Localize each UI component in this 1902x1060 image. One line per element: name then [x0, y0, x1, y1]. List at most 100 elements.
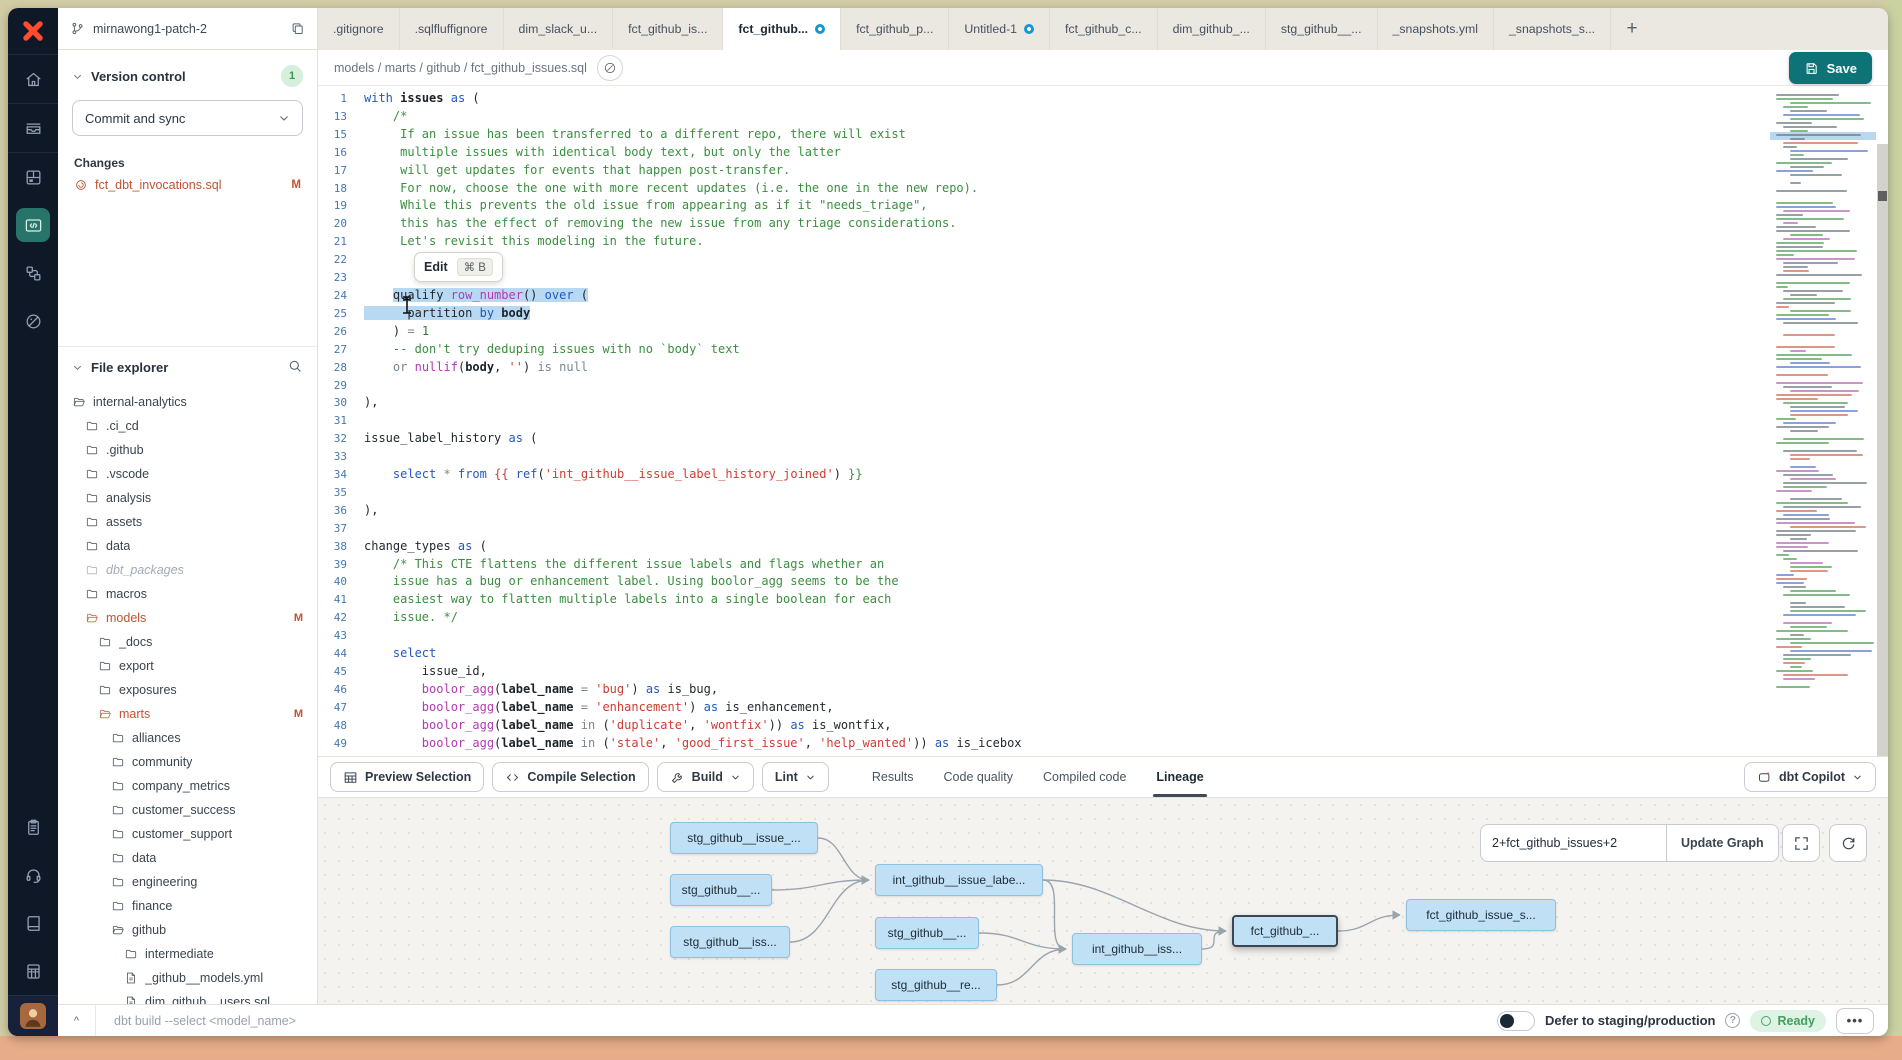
changed-file-row[interactable]: fct_dbt_invocations.sql M	[58, 175, 317, 195]
code-line-40[interactable]: 40 issue has a bug or enhancement label.…	[318, 573, 1770, 591]
code-line-43[interactable]: 43	[318, 627, 1770, 645]
develop-icon[interactable]	[16, 208, 50, 242]
tree-item-.ci_cd[interactable]: .ci_cd	[58, 414, 317, 438]
tree-item-_github__models.yml[interactable]: _github__models.yml	[58, 966, 317, 990]
update-graph-button[interactable]: Update Graph	[1666, 824, 1779, 862]
tree-item-intermediate[interactable]: intermediate	[58, 942, 317, 966]
support-icon[interactable]	[16, 858, 50, 892]
lineage-node-fct_github_issue_s...[interactable]: fct_github_issue_s...	[1406, 899, 1556, 931]
code-line-17[interactable]: 17 will get updates for events that happ…	[318, 162, 1770, 180]
lineage-node-stg_github__...[interactable]: stg_github__...	[875, 917, 979, 949]
lineage-node-stg_github__...[interactable]: stg_github__...	[670, 874, 772, 906]
lineage-node-int_github__issue_labe...[interactable]: int_github__issue_labe...	[875, 864, 1043, 896]
code-line-36[interactable]: 36),	[318, 502, 1770, 520]
panel-tab-lineage[interactable]: Lineage	[1141, 757, 1218, 797]
tree-item-github[interactable]: github	[58, 918, 317, 942]
panel-tab-compiled-code[interactable]: Compiled code	[1028, 757, 1141, 797]
code-line-37[interactable]: 37	[318, 520, 1770, 538]
panel-tab-code-quality[interactable]: Code quality	[929, 757, 1029, 797]
edit-tooltip[interactable]: Edit ⌘ B	[414, 252, 503, 282]
minimap-scrollbar-track[interactable]	[1877, 144, 1888, 756]
code-line-41[interactable]: 41 easiest way to flatten multiple label…	[318, 591, 1770, 609]
tree-item-customer_success[interactable]: customer_success	[58, 798, 317, 822]
user-avatar[interactable]	[20, 1003, 46, 1029]
code-line-24[interactable]: 24 qualify row_number() over (	[318, 287, 1770, 305]
lineage-node-stg_github__re...[interactable]: stg_github__re...	[875, 969, 997, 1001]
command-input[interactable]: dbt build --select <model_name>	[96, 1014, 314, 1028]
tab-fct_github...[interactable]: fct_github...	[723, 8, 841, 50]
home-icon[interactable]	[16, 62, 50, 96]
docs-icon[interactable]	[16, 906, 50, 940]
code-line-48[interactable]: 48 boolor_agg(label_name in ('duplicate'…	[318, 717, 1770, 735]
code-line-31[interactable]: 31	[318, 412, 1770, 430]
command-bar-collapse-button[interactable]: ^	[58, 1005, 96, 1036]
build-button[interactable]: Build	[657, 762, 754, 792]
code-line-23[interactable]: 23	[318, 269, 1770, 287]
code-line-34[interactable]: 34 select * from {{ ref('int_github__iss…	[318, 466, 1770, 484]
copy-icon[interactable]	[290, 21, 305, 36]
code-line-44[interactable]: 44 select	[318, 645, 1770, 663]
code-line-28[interactable]: 28 or nullif(body, '') is null	[318, 359, 1770, 377]
overflow-menu-button[interactable]: •••	[1836, 1008, 1874, 1034]
inbox-icon[interactable]	[16, 111, 50, 145]
lineage-node-fct_github_...[interactable]: fct_github_...	[1232, 915, 1338, 947]
tree-item-data[interactable]: data	[58, 534, 317, 558]
code-line-38[interactable]: 38change_types as (	[318, 538, 1770, 556]
tree-item-community[interactable]: community	[58, 750, 317, 774]
code-line-16[interactable]: 16 multiple issues with identical body t…	[318, 144, 1770, 162]
version-control-header[interactable]: Version control 1	[58, 54, 317, 98]
code-line-45[interactable]: 45 issue_id,	[318, 663, 1770, 681]
tab-fct_github_is...[interactable]: fct_github_is...	[613, 8, 723, 50]
tab-stg_github__...[interactable]: stg_github__...	[1266, 8, 1378, 50]
tree-item-macros[interactable]: macros	[58, 582, 317, 606]
tab-fct_github_c...[interactable]: fct_github_c...	[1050, 8, 1158, 50]
code-line-20[interactable]: 20 this has the effect of removing the n…	[318, 215, 1770, 233]
lint-button[interactable]: Lint	[762, 762, 829, 792]
lineage-node-stg_github__iss...[interactable]: stg_github__iss...	[670, 926, 790, 958]
minimap-scrollbar-thumb[interactable]	[1878, 191, 1887, 201]
tree-item-marts[interactable]: martsM	[58, 702, 317, 726]
commit-and-sync-button[interactable]: Commit and sync	[72, 100, 303, 136]
tab-.gitignore[interactable]: .gitignore	[318, 8, 400, 50]
tree-item-data[interactable]: data	[58, 846, 317, 870]
tree-item-dim_github__users.sql[interactable]: dim_github__users.sql	[58, 990, 317, 1004]
dbt-copilot-button[interactable]: dbt Copilot	[1744, 762, 1876, 792]
file-state-button[interactable]	[597, 55, 623, 81]
lockers-icon[interactable]	[16, 954, 50, 988]
save-button[interactable]: Save	[1789, 52, 1872, 84]
code-line-19[interactable]: 19 While this prevents the old issue fro…	[318, 197, 1770, 215]
code-lines[interactable]: 1with issues as (13 /*15 If an issue has…	[318, 86, 1770, 756]
tree-item-dbt_packages[interactable]: dbt_packages	[58, 558, 317, 582]
code-line-15[interactable]: 15 If an issue has been transferred to a…	[318, 126, 1770, 144]
tab-fct_github_p...[interactable]: fct_github_p...	[841, 8, 949, 50]
code-line-42[interactable]: 42 issue. */	[318, 609, 1770, 627]
code-line-39[interactable]: 39 /* This CTE flattens the different is…	[318, 556, 1770, 574]
tab-dim_github_...[interactable]: dim_github_...	[1158, 8, 1266, 50]
checklist-icon[interactable]	[16, 810, 50, 844]
code-line-33[interactable]: 33	[318, 448, 1770, 466]
tree-item-alliances[interactable]: alliances	[58, 726, 317, 750]
lineage-node-int_github__iss...[interactable]: int_github__iss...	[1072, 933, 1202, 965]
tree-item-assets[interactable]: assets	[58, 510, 317, 534]
tab-dim_slack_u...[interactable]: dim_slack_u...	[504, 8, 614, 50]
code-line-25[interactable]: 25 partition by body	[318, 305, 1770, 323]
apps-icon[interactable]	[16, 160, 50, 194]
code-line-1[interactable]: 1with issues as (	[318, 90, 1770, 108]
tree-item-export[interactable]: export	[58, 654, 317, 678]
code-line-21[interactable]: 21 Let's revisit this modeling in the fu…	[318, 233, 1770, 251]
code-line-13[interactable]: 13 /*	[318, 108, 1770, 126]
fullscreen-button[interactable]	[1782, 824, 1820, 862]
compile-selection-button[interactable]: Compile Selection	[492, 762, 648, 792]
code-line-30[interactable]: 30),	[318, 394, 1770, 412]
code-line-32[interactable]: 32issue_label_history as (	[318, 430, 1770, 448]
preview-selection-button[interactable]: Preview Selection	[330, 762, 484, 792]
help-icon[interactable]: ?	[1725, 1013, 1740, 1028]
tree-item-analysis[interactable]: analysis	[58, 486, 317, 510]
tree-item-_docs[interactable]: _docs	[58, 630, 317, 654]
code-line-46[interactable]: 46 boolor_agg(label_name = 'bug') as is_…	[318, 681, 1770, 699]
minimap[interactable]	[1770, 86, 1888, 756]
panel-tab-results[interactable]: Results	[857, 757, 929, 797]
code-editor[interactable]: 1with issues as (13 /*15 If an issue has…	[318, 86, 1888, 756]
tab-untitled-1[interactable]: Untitled-1	[949, 8, 1050, 50]
new-tab-button[interactable]: +	[1611, 8, 1653, 50]
